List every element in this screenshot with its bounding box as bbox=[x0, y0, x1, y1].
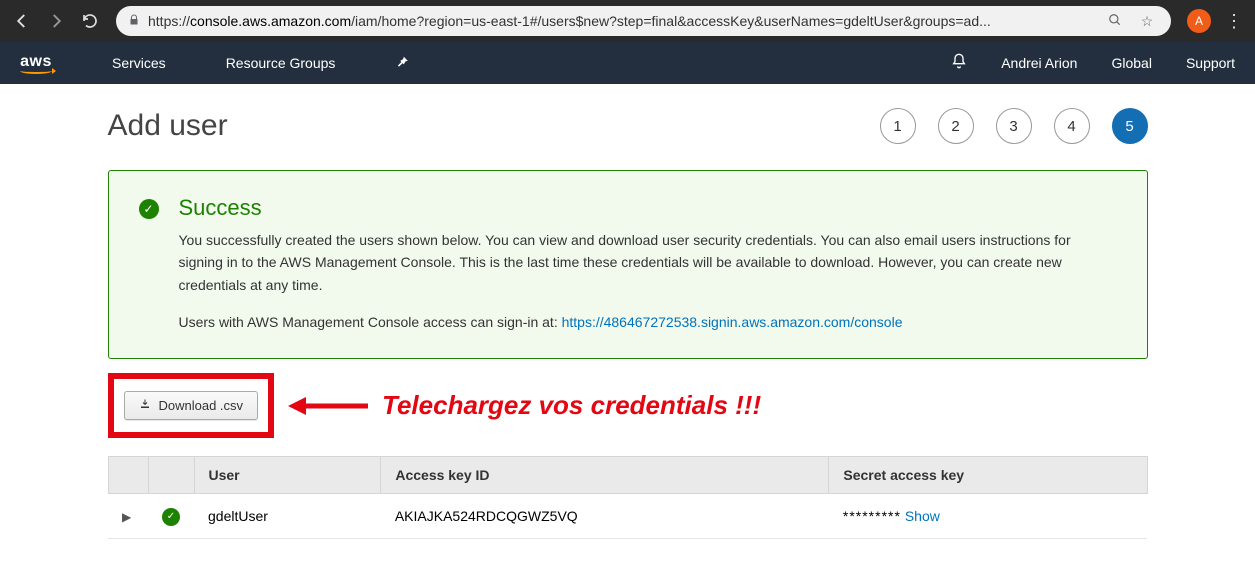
url-bar[interactable]: https://console.aws.amazon.com/iam/home?… bbox=[116, 6, 1171, 36]
success-box: ✓ Success You successfully created the u… bbox=[108, 170, 1148, 359]
cell-secret: ********* Show bbox=[829, 494, 1147, 539]
row-status-ok-icon: ✓ bbox=[162, 508, 180, 526]
success-check-icon: ✓ bbox=[139, 199, 159, 219]
step-1: 1 bbox=[880, 108, 916, 144]
nav-region[interactable]: Global bbox=[1111, 55, 1151, 71]
users-table: User Access key ID Secret access key ▶ ✓… bbox=[108, 456, 1148, 539]
download-csv-label: Download .csv bbox=[159, 398, 244, 413]
cell-user: gdeltUser bbox=[194, 494, 381, 539]
star-icon[interactable]: ☆ bbox=[1135, 13, 1159, 30]
nav-services[interactable]: Services bbox=[112, 55, 166, 71]
step-indicator: 1 2 3 4 5 bbox=[880, 108, 1148, 144]
download-callout: Telechargez vos credentials !!! bbox=[382, 390, 761, 421]
profile-avatar[interactable]: A bbox=[1187, 9, 1211, 33]
arrow-left-icon bbox=[288, 394, 368, 418]
step-5: 5 bbox=[1112, 108, 1148, 144]
signin-info: Users with AWS Management Console access… bbox=[179, 314, 1117, 330]
show-secret-link[interactable]: Show bbox=[905, 508, 940, 524]
col-secret: Secret access key bbox=[829, 457, 1147, 494]
aws-smile-icon bbox=[20, 68, 52, 74]
table-row: ▶ ✓ gdeltUser AKIAJKA524RDCQGWZ5VQ *****… bbox=[108, 494, 1147, 539]
nav-resource-groups[interactable]: Resource Groups bbox=[226, 55, 336, 71]
browser-menu-icon[interactable]: ⋮ bbox=[1221, 11, 1247, 32]
col-status bbox=[148, 457, 194, 494]
col-akid: Access key ID bbox=[381, 457, 829, 494]
nav-username[interactable]: Andrei Arion bbox=[1001, 55, 1077, 71]
step-3: 3 bbox=[996, 108, 1032, 144]
reload-button[interactable] bbox=[76, 7, 104, 35]
zoom-icon[interactable] bbox=[1103, 13, 1127, 30]
step-2: 2 bbox=[938, 108, 974, 144]
success-title: Success bbox=[179, 195, 1117, 221]
forward-button[interactable] bbox=[42, 7, 70, 35]
aws-logo[interactable]: aws bbox=[20, 53, 52, 74]
aws-top-nav: aws Services Resource Groups Andrei Ario… bbox=[0, 42, 1255, 84]
url-text: https://console.aws.amazon.com/iam/home?… bbox=[148, 13, 1095, 29]
download-icon bbox=[139, 398, 151, 413]
row-expand-icon[interactable]: ▶ bbox=[122, 510, 131, 524]
cell-akid: AKIAJKA524RDCQGWZ5VQ bbox=[381, 494, 829, 539]
download-csv-button[interactable]: Download .csv bbox=[124, 391, 259, 420]
col-user: User bbox=[194, 457, 381, 494]
page-title: Add user bbox=[108, 109, 228, 143]
bell-icon[interactable] bbox=[951, 52, 967, 75]
signin-url-link[interactable]: https://486467272538.signin.aws.amazon.c… bbox=[562, 314, 903, 330]
download-highlight-frame: Download .csv bbox=[108, 373, 275, 438]
lock-icon bbox=[128, 14, 140, 29]
step-4: 4 bbox=[1054, 108, 1090, 144]
col-expand bbox=[108, 457, 148, 494]
back-button[interactable] bbox=[8, 7, 36, 35]
browser-chrome: https://console.aws.amazon.com/iam/home?… bbox=[0, 0, 1255, 42]
pin-icon[interactable] bbox=[395, 55, 409, 72]
nav-support[interactable]: Support bbox=[1186, 55, 1235, 71]
success-body: You successfully created the users shown… bbox=[179, 229, 1117, 296]
